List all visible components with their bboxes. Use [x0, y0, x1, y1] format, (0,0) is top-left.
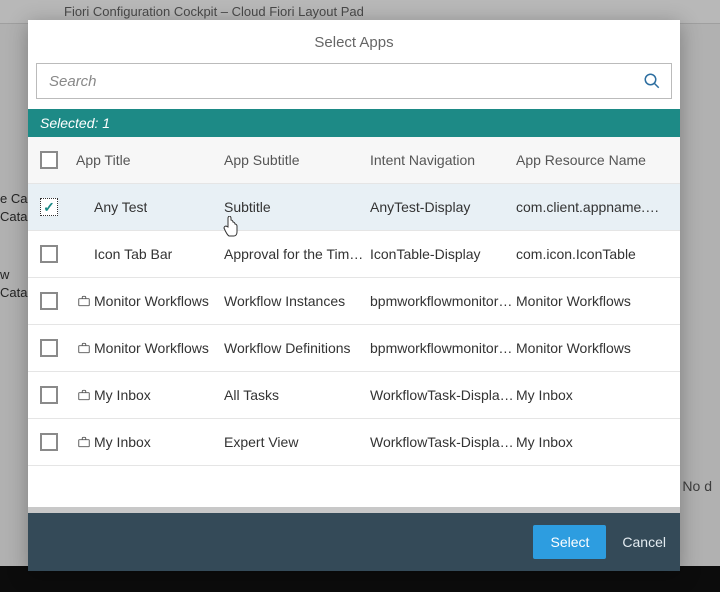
search-field-wrap[interactable]: [36, 63, 672, 99]
briefcase-icon: [76, 435, 92, 449]
table-row[interactable]: My InboxAll TasksWorkflowTask-DisplayM…M…: [28, 372, 680, 419]
briefcase-icon: [76, 294, 92, 308]
table-row[interactable]: My Inbox Expert ViewWorkflowTask-DisplayM…: [28, 419, 680, 466]
col-header-intent: Intent Navigation: [370, 152, 516, 168]
col-header-resource: App Resource Name: [516, 152, 668, 168]
table-row[interactable]: Icon Tab Bar Approval for the Time …IconT…: [28, 231, 680, 278]
row-intent: IconTable-Display: [370, 246, 516, 262]
dialog-footer: Select Cancel: [28, 513, 680, 571]
col-header-title: App Title: [76, 152, 224, 168]
empty-icon: [76, 200, 92, 214]
table-body: Any Test SubtitleAnyTest-Displaycom.clien…: [28, 184, 680, 466]
briefcase-icon: [76, 388, 92, 402]
table-header-row: App Title App Subtitle Intent Navigation…: [28, 137, 680, 184]
row-intent: bpmworkflowmonitor-Di…: [370, 293, 516, 309]
search-icon[interactable]: [643, 72, 661, 90]
select-all-checkbox[interactable]: [40, 151, 58, 169]
table-row[interactable]: Monitor Workflows Workflow Definitionsbpm…: [28, 325, 680, 372]
apps-table: App Title App Subtitle Intent Navigation…: [28, 137, 680, 507]
select-apps-dialog: Select Apps Selected: 1 App Title App Su…: [28, 20, 680, 571]
briefcase-icon: [76, 341, 92, 355]
row-intent: AnyTest-Display: [370, 199, 516, 215]
dialog-title: Select Apps: [28, 20, 680, 63]
row-subtitle: Workflow Instances: [224, 293, 370, 309]
row-intent: WorkflowTask-DisplayM…: [370, 387, 516, 403]
cancel-button[interactable]: Cancel: [622, 534, 666, 550]
col-header-subtitle: App Subtitle: [224, 152, 370, 168]
row-resource: Monitor Workflows: [516, 340, 668, 356]
row-checkbox[interactable]: [40, 339, 58, 357]
row-subtitle: Expert View: [224, 434, 370, 450]
row-title: Any Test: [94, 199, 147, 215]
row-checkbox[interactable]: [40, 292, 58, 310]
row-resource: Monitor Workflows: [516, 293, 668, 309]
table-row[interactable]: Monitor Workflows Workflow Instancesbpmwo…: [28, 278, 680, 325]
row-checkbox[interactable]: [40, 198, 58, 216]
row-title: My Inbox: [94, 387, 151, 403]
row-checkbox[interactable]: [40, 245, 58, 263]
row-resource: com.client.appname.An…: [516, 199, 668, 215]
row-subtitle: All Tasks: [224, 387, 370, 403]
row-intent: bpmworkflowmonitor-Di…: [370, 340, 516, 356]
row-intent: WorkflowTask-DisplayM…: [370, 434, 516, 450]
row-title: Monitor Workflows: [94, 340, 209, 356]
search-row: [28, 63, 680, 109]
row-subtitle: Workflow Definitions: [224, 340, 370, 356]
row-resource: com.icon.IconTable: [516, 246, 668, 262]
row-title: Monitor Workflows: [94, 293, 209, 309]
search-input[interactable]: [47, 72, 643, 91]
row-resource: My Inbox: [516, 434, 668, 450]
row-checkbox[interactable]: [40, 433, 58, 451]
row-subtitle: Subtitle: [224, 199, 370, 215]
row-subtitle: Approval for the Time …: [224, 246, 370, 262]
row-checkbox[interactable]: [40, 386, 58, 404]
row-title: My Inbox: [94, 434, 151, 450]
row-title: Icon Tab Bar: [94, 246, 172, 262]
row-resource: My Inbox: [516, 387, 668, 403]
empty-icon: [76, 247, 92, 261]
table-row[interactable]: Any Test SubtitleAnyTest-Displaycom.clien…: [28, 184, 680, 231]
select-button[interactable]: Select: [533, 525, 606, 559]
selected-count-bar: Selected: 1: [28, 109, 680, 137]
